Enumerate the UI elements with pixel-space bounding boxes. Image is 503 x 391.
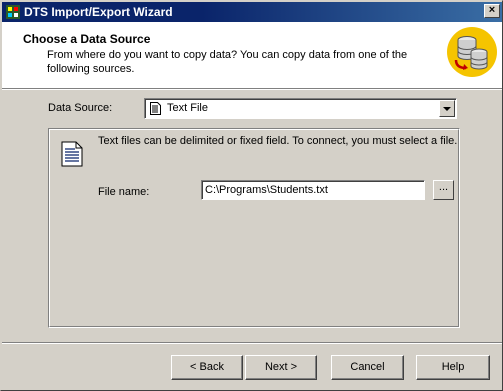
- help-button[interactable]: Help: [416, 355, 490, 380]
- header-divider: [2, 89, 502, 90]
- panel-frame: Text files can be delimited or fixed fie…: [49, 129, 459, 327]
- text-document-icon: [61, 141, 83, 167]
- footer-divider-highlight: [2, 343, 502, 344]
- file-name-input[interactable]: C:\Programs\Students.txt: [201, 180, 425, 200]
- window-title: DTS Import/Export Wizard: [24, 5, 173, 19]
- title-bar[interactable]: DTS Import/Export Wizard ×: [2, 2, 502, 22]
- dropdown-button[interactable]: [439, 100, 455, 117]
- next-button[interactable]: Next >: [245, 355, 317, 380]
- data-source-select[interactable]: Text File: [144, 98, 457, 119]
- file-name-label: File name:: [98, 186, 150, 198]
- dts-app-icon: [6, 5, 20, 19]
- back-button[interactable]: < Back: [171, 355, 243, 380]
- data-source-value: Text File: [167, 102, 208, 114]
- browse-button[interactable]: ...: [433, 180, 454, 200]
- database-copy-icon: [447, 27, 497, 77]
- page-description: From where do you want to copy data? You…: [47, 49, 408, 75]
- data-source-label: Data Source:: [48, 102, 113, 114]
- text-file-icon: [150, 102, 161, 115]
- source-options-panel: Text files can be delimited or fixed fie…: [48, 128, 460, 328]
- chevron-down-icon: [443, 107, 451, 111]
- panel-description: Text files can be delimited or fixed fie…: [98, 135, 458, 147]
- page-title: Choose a Data Source: [23, 32, 151, 46]
- wizard-header: Choose a Data Source From where do you w…: [2, 22, 502, 89]
- wizard-window: DTS Import/Export Wizard × Choose a Data…: [0, 0, 503, 391]
- close-button[interactable]: ×: [484, 4, 500, 18]
- cancel-button[interactable]: Cancel: [331, 355, 404, 380]
